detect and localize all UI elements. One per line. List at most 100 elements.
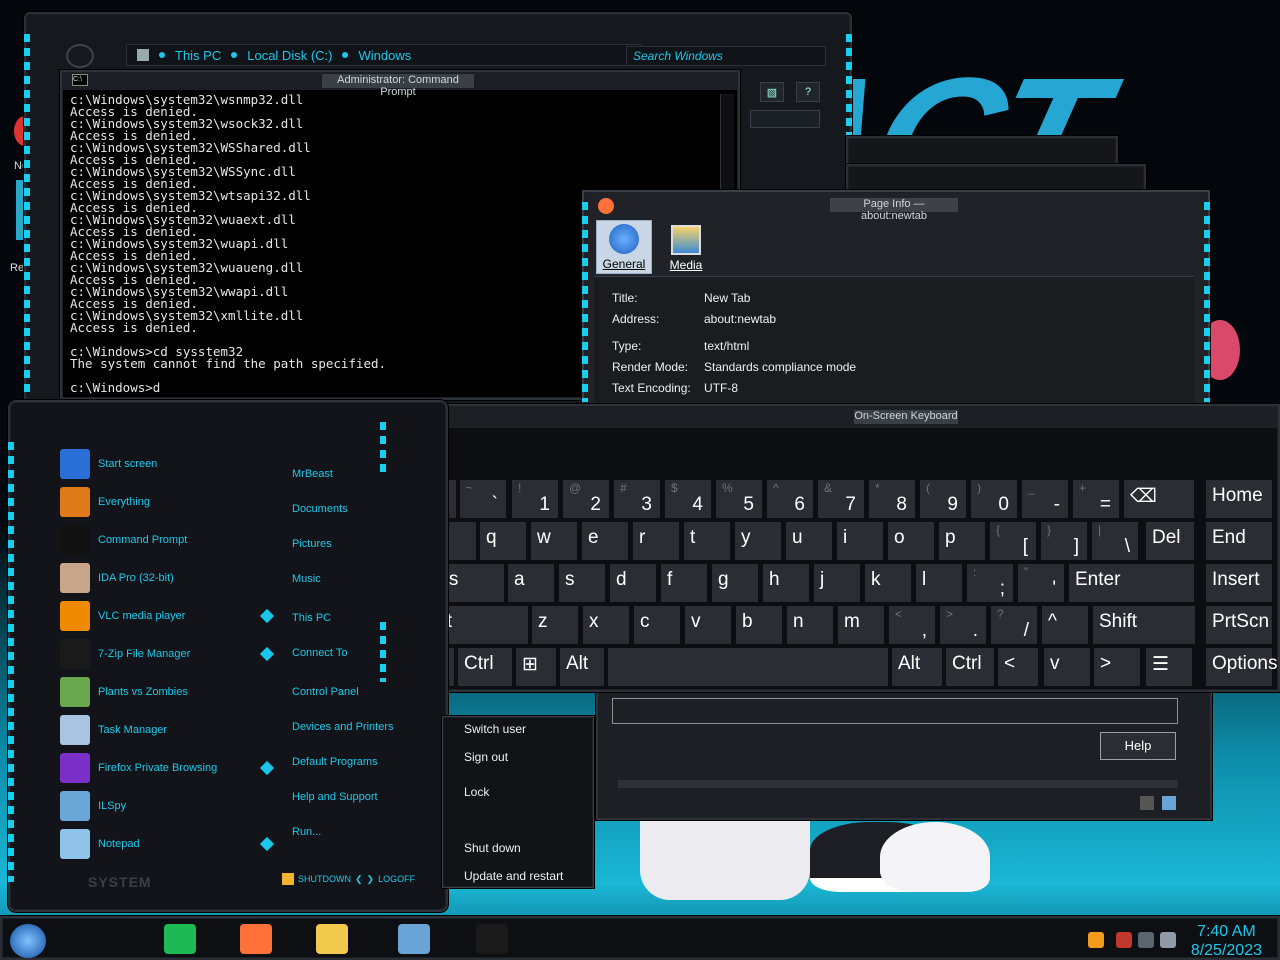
- switch-user-item[interactable]: Switch user: [464, 722, 526, 736]
- network-icon[interactable]: [1138, 932, 1154, 948]
- osk-key[interactable]: Insert: [1206, 564, 1272, 602]
- list-view-icon[interactable]: [1140, 796, 1154, 810]
- command-prompt-icon[interactable]: [476, 924, 508, 954]
- osk-key[interactable]: ^: [1042, 606, 1088, 644]
- osk-key[interactable]: @2: [563, 480, 609, 518]
- help-button[interactable]: Help: [1100, 732, 1176, 760]
- osk-key[interactable]: " ': [1018, 564, 1064, 602]
- osk-key[interactable]: #3: [614, 480, 660, 518]
- osk-key[interactable]: w: [531, 522, 577, 560]
- osk-key[interactable]: Options: [1206, 648, 1277, 686]
- lock-item[interactable]: Lock: [464, 785, 489, 799]
- osk-key[interactable]: }]: [1041, 522, 1087, 560]
- osk-key[interactable]: Shift: [1093, 606, 1195, 644]
- osk-key[interactable]: Ctrl: [946, 648, 994, 686]
- osk-key[interactable]: :;: [967, 564, 1013, 602]
- osk-key[interactable]: a: [508, 564, 554, 602]
- view-slider[interactable]: [750, 110, 820, 128]
- osk-key[interactable]: | \: [1092, 522, 1138, 560]
- osk-key[interactable]: y: [735, 522, 781, 560]
- tab-general[interactable]: General: [596, 220, 652, 274]
- osk-key[interactable]: v: [1044, 648, 1090, 686]
- osk-key[interactable]: Home: [1206, 480, 1272, 518]
- field-value[interactable]: Standards compliance mode: [704, 360, 856, 374]
- search-input[interactable]: Search Windows: [626, 46, 826, 66]
- spotify-icon[interactable]: [164, 924, 196, 954]
- osk-key[interactable]: * 8: [869, 480, 915, 518]
- start-menu-item[interactable]: Plants vs Zombies: [60, 676, 280, 708]
- flag-icon[interactable]: [1116, 932, 1132, 948]
- start-menu-item[interactable]: Start screen: [60, 448, 280, 480]
- start-menu-item[interactable]: ILSpy: [60, 790, 280, 822]
- osk-key[interactable]: u: [786, 522, 832, 560]
- system-clock[interactable]: 7:40 AM 8/25/2023: [1191, 922, 1262, 960]
- file-explorer-icon[interactable]: [316, 924, 348, 954]
- osk-key[interactable]: Alt: [560, 648, 604, 686]
- osk-key[interactable]: x: [583, 606, 629, 644]
- start-menu-place[interactable]: Connect To: [292, 647, 347, 659]
- volume-icon[interactable]: [1160, 932, 1176, 948]
- field-value[interactable]: UTF-8: [704, 381, 738, 395]
- osk-key[interactable]: v: [685, 606, 731, 644]
- logoff-button[interactable]: LOGOFF: [378, 874, 415, 884]
- osk-key[interactable]: z: [532, 606, 578, 644]
- osk-key[interactable]: (9: [920, 480, 966, 518]
- breadcrumb-this-pc[interactable]: This PC: [175, 48, 221, 63]
- start-menu-place[interactable]: Control Panel: [292, 686, 359, 698]
- start-menu-item[interactable]: Everything: [60, 486, 280, 518]
- back-button[interactable]: [66, 44, 94, 68]
- on-screen-keyboard-icon[interactable]: [398, 924, 430, 954]
- start-menu-place[interactable]: Pictures: [292, 538, 332, 550]
- start-menu-place[interactable]: Documents: [292, 503, 348, 515]
- title-bar[interactable]: On-Screen Keyboard: [394, 406, 1278, 428]
- osk-key[interactable]: g: [712, 564, 758, 602]
- osk-key[interactable]: q: [480, 522, 526, 560]
- start-menu-place[interactable]: Default Programs: [292, 756, 378, 768]
- osk-key[interactable]: PrtScn: [1206, 606, 1272, 644]
- osk-key[interactable]: b: [736, 606, 782, 644]
- start-menu-item[interactable]: Firefox Private Browsing: [60, 752, 280, 784]
- background-window[interactable]: [846, 136, 1118, 166]
- osk-key[interactable]: [608, 648, 888, 686]
- osk-key[interactable]: ⌫: [1124, 480, 1194, 518]
- console-output[interactable]: c:\Windows\system32\wsnmp32.dll Access i…: [70, 93, 386, 394]
- shut-down-item[interactable]: Shut down: [464, 841, 521, 855]
- osk-key[interactable]: $4: [665, 480, 711, 518]
- start-menu-item[interactable]: IDA Pro (32-bit): [60, 562, 280, 594]
- breadcrumb-local-disk[interactable]: Local Disk (C:): [247, 48, 332, 63]
- osk-key[interactable]: ☰: [1146, 648, 1192, 686]
- osk-key[interactable]: ~ `: [460, 480, 506, 518]
- start-menu-item[interactable]: Task Manager: [60, 714, 280, 746]
- start-menu-item[interactable]: 7-Zip File Manager: [60, 638, 280, 670]
- osk-key[interactable]: ! 1: [512, 480, 558, 518]
- osk-key[interactable]: <,: [889, 606, 935, 644]
- osk-key[interactable]: _ -: [1022, 480, 1068, 518]
- field-value[interactable]: about:newtab: [704, 312, 776, 326]
- osk-key[interactable]: c: [634, 606, 680, 644]
- field-value[interactable]: text/html: [704, 339, 749, 353]
- osk-key[interactable]: k: [865, 564, 911, 602]
- osk-key[interactable]: t: [684, 522, 730, 560]
- help-icon[interactable]: ?: [796, 82, 820, 102]
- chevron-right-icon[interactable]: ❯: [367, 874, 375, 885]
- breadcrumb-windows[interactable]: Windows: [358, 48, 411, 63]
- osk-key[interactable]: + =: [1073, 480, 1119, 518]
- osk-key[interactable]: r: [633, 522, 679, 560]
- osk-key[interactable]: h: [763, 564, 809, 602]
- chevron-left-icon[interactable]: ❮: [355, 874, 363, 885]
- osk-key[interactable]: % 5: [716, 480, 762, 518]
- start-menu-item[interactable]: Notepad: [60, 828, 280, 860]
- start-menu-item[interactable]: VLC media player: [60, 600, 280, 632]
- shutdown-button[interactable]: SHUTDOWN: [298, 874, 351, 884]
- osk-key[interactable]: f: [661, 564, 707, 602]
- osk-key[interactable]: Del: [1146, 522, 1194, 560]
- update-and-restart-item[interactable]: Update and restart: [464, 869, 563, 883]
- osk-key[interactable]: d: [610, 564, 656, 602]
- start-menu-item[interactable]: Command Prompt: [60, 524, 280, 556]
- osk-key[interactable]: Enter: [1069, 564, 1194, 602]
- osk-key[interactable]: ? /: [991, 606, 1037, 644]
- start-menu-place[interactable]: Help and Support: [292, 791, 378, 803]
- start-menu-place[interactable]: Run...: [292, 826, 321, 838]
- tab-media[interactable]: Media: [658, 220, 714, 274]
- osk-key[interactable]: ⊞: [516, 648, 556, 686]
